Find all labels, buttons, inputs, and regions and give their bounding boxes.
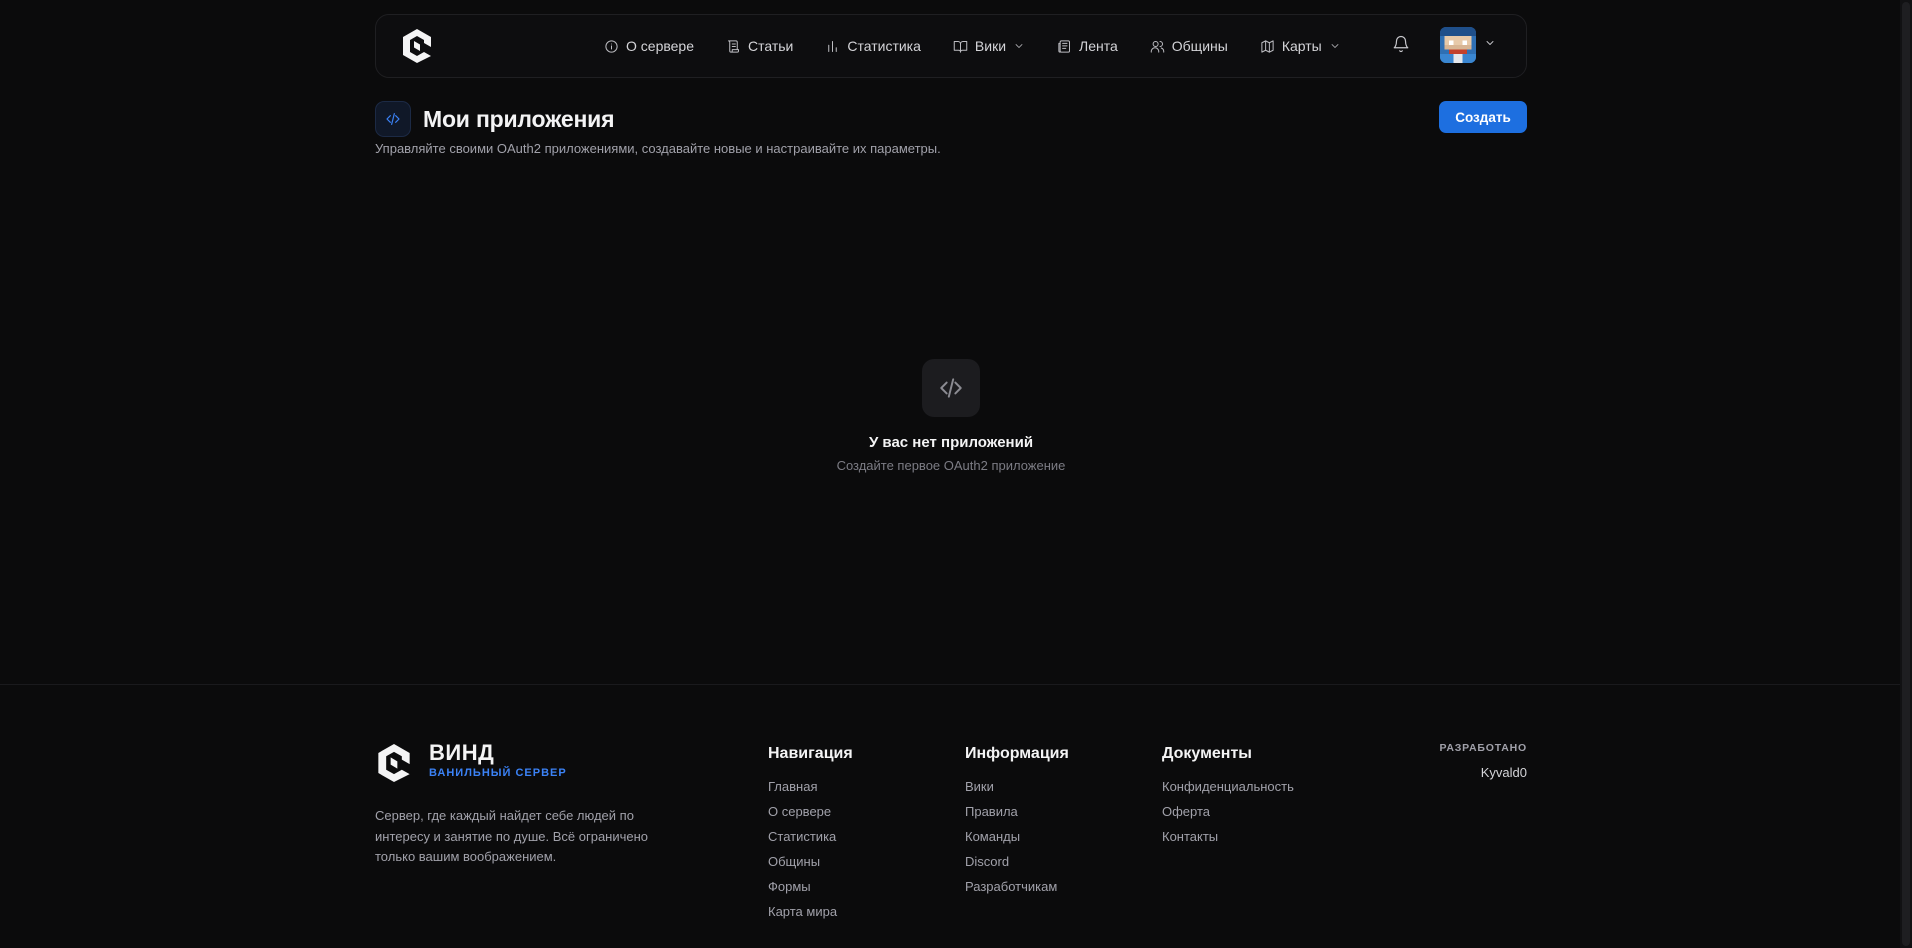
- user-menu-button[interactable]: [1440, 27, 1496, 63]
- nav-item-label: Вики: [974, 38, 1007, 54]
- footer-column-navigation: Навигация Главная О сервере Статистика О…: [768, 745, 853, 929]
- nav-item-statistics[interactable]: Статистика: [809, 28, 937, 64]
- footer-column-title: Информация: [965, 745, 1069, 762]
- footer-divider: [0, 684, 1900, 685]
- nav-item-communities[interactable]: Общины: [1134, 28, 1244, 64]
- footer-link-discord[interactable]: Discord: [965, 854, 1069, 879]
- footer-column-title: Навигация: [768, 745, 853, 762]
- main-nav: О сервере Статьи Статистика Вики Лента О…: [588, 15, 1357, 77]
- newspaper-icon: [1058, 39, 1071, 53]
- footer-brand-tagline: ВАНИЛЬНЫЙ СЕРВЕР: [429, 767, 567, 779]
- chevron-down-icon: [1484, 36, 1496, 54]
- footer-link-commands[interactable]: Команды: [965, 829, 1069, 854]
- footer-link-forms[interactable]: Формы: [768, 879, 853, 904]
- footer-link-communities[interactable]: Общины: [768, 854, 853, 879]
- page-title: Мои приложения: [423, 105, 615, 132]
- footer-column-title: Документы: [1162, 745, 1252, 762]
- code-icon: [375, 101, 411, 137]
- avatar: [1440, 27, 1476, 63]
- page-subtitle: Управляйте своими OAuth2 приложениями, с…: [375, 141, 941, 156]
- book-icon: [953, 40, 968, 53]
- nav-item-label: Статьи: [748, 38, 794, 54]
- chevron-down-icon: [1331, 44, 1339, 48]
- footer-link-statistics[interactable]: Статистика: [768, 829, 853, 854]
- made-by-label: РАЗРАБОТАНО: [1439, 742, 1527, 754]
- nav-item-label: Общины: [1171, 38, 1228, 54]
- footer-link-developers[interactable]: Разработчикам: [965, 879, 1069, 904]
- nav-item-about[interactable]: О сервере: [588, 28, 710, 64]
- footer-link-wiki[interactable]: Вики: [965, 779, 1069, 804]
- footer-brand-name: ВИНД: [429, 740, 495, 765]
- footer-link-offer[interactable]: Оферта: [1162, 804, 1294, 829]
- nav-item-feed[interactable]: Лента: [1041, 28, 1134, 64]
- nav-item-wiki[interactable]: Вики: [937, 28, 1041, 64]
- empty-state-subtitle: Создайте первое OAuth2 приложение: [836, 458, 1066, 473]
- map-icon: [1261, 39, 1274, 53]
- footer-link-privacy[interactable]: Конфиденциальность: [1162, 779, 1294, 804]
- scroll-icon: [728, 39, 739, 53]
- bar-chart-icon: [828, 40, 838, 52]
- top-header: О сервере Статьи Статистика Вики Лента О…: [375, 14, 1527, 78]
- page-header: Мои приложения: [375, 101, 615, 137]
- footer-column-information: Информация Вики Правила Команды Discord …: [965, 745, 1069, 904]
- empty-state-title: У вас нет приложений: [868, 434, 1034, 451]
- made-by-author-link[interactable]: Kyvald0: [1439, 765, 1527, 780]
- footer-link-rules[interactable]: Правила: [965, 804, 1069, 829]
- chevron-down-icon: [1015, 44, 1023, 48]
- footer-link-contacts[interactable]: Контакты: [1162, 829, 1294, 854]
- logo-icon[interactable]: [400, 27, 434, 65]
- footer-made-by: РАЗРАБОТАНО Kyvald0: [1439, 742, 1527, 780]
- scrollbar-track[interactable]: [1900, 0, 1912, 948]
- footer-logo-icon[interactable]: [375, 741, 413, 785]
- nav-item-maps[interactable]: Карты: [1244, 28, 1357, 64]
- create-button[interactable]: Создать: [1439, 101, 1527, 133]
- bell-icon: [1393, 35, 1409, 53]
- nav-item-label: Статистика: [847, 38, 921, 54]
- footer-link-home[interactable]: Главная: [768, 779, 853, 804]
- footer-link-world-map[interactable]: Карта мира: [768, 904, 853, 929]
- nav-item-articles[interactable]: Статьи: [710, 28, 809, 64]
- info-icon: [605, 39, 618, 53]
- nav-item-label: Лента: [1079, 38, 1118, 54]
- footer-column-documents: Документы Конфиденциальность Оферта Конт…: [1162, 745, 1294, 854]
- notifications-button[interactable]: [1392, 35, 1414, 57]
- footer-link-about[interactable]: О сервере: [768, 804, 853, 829]
- users-icon: [1150, 40, 1165, 53]
- empty-state-code-icon: [922, 359, 980, 417]
- scrollbar-thumb[interactable]: [1902, 2, 1910, 946]
- nav-item-label: О сервере: [626, 38, 694, 54]
- footer-description: Сервер, где каждый найдет себе людей по …: [375, 808, 649, 864]
- nav-item-label: Карты: [1281, 38, 1322, 54]
